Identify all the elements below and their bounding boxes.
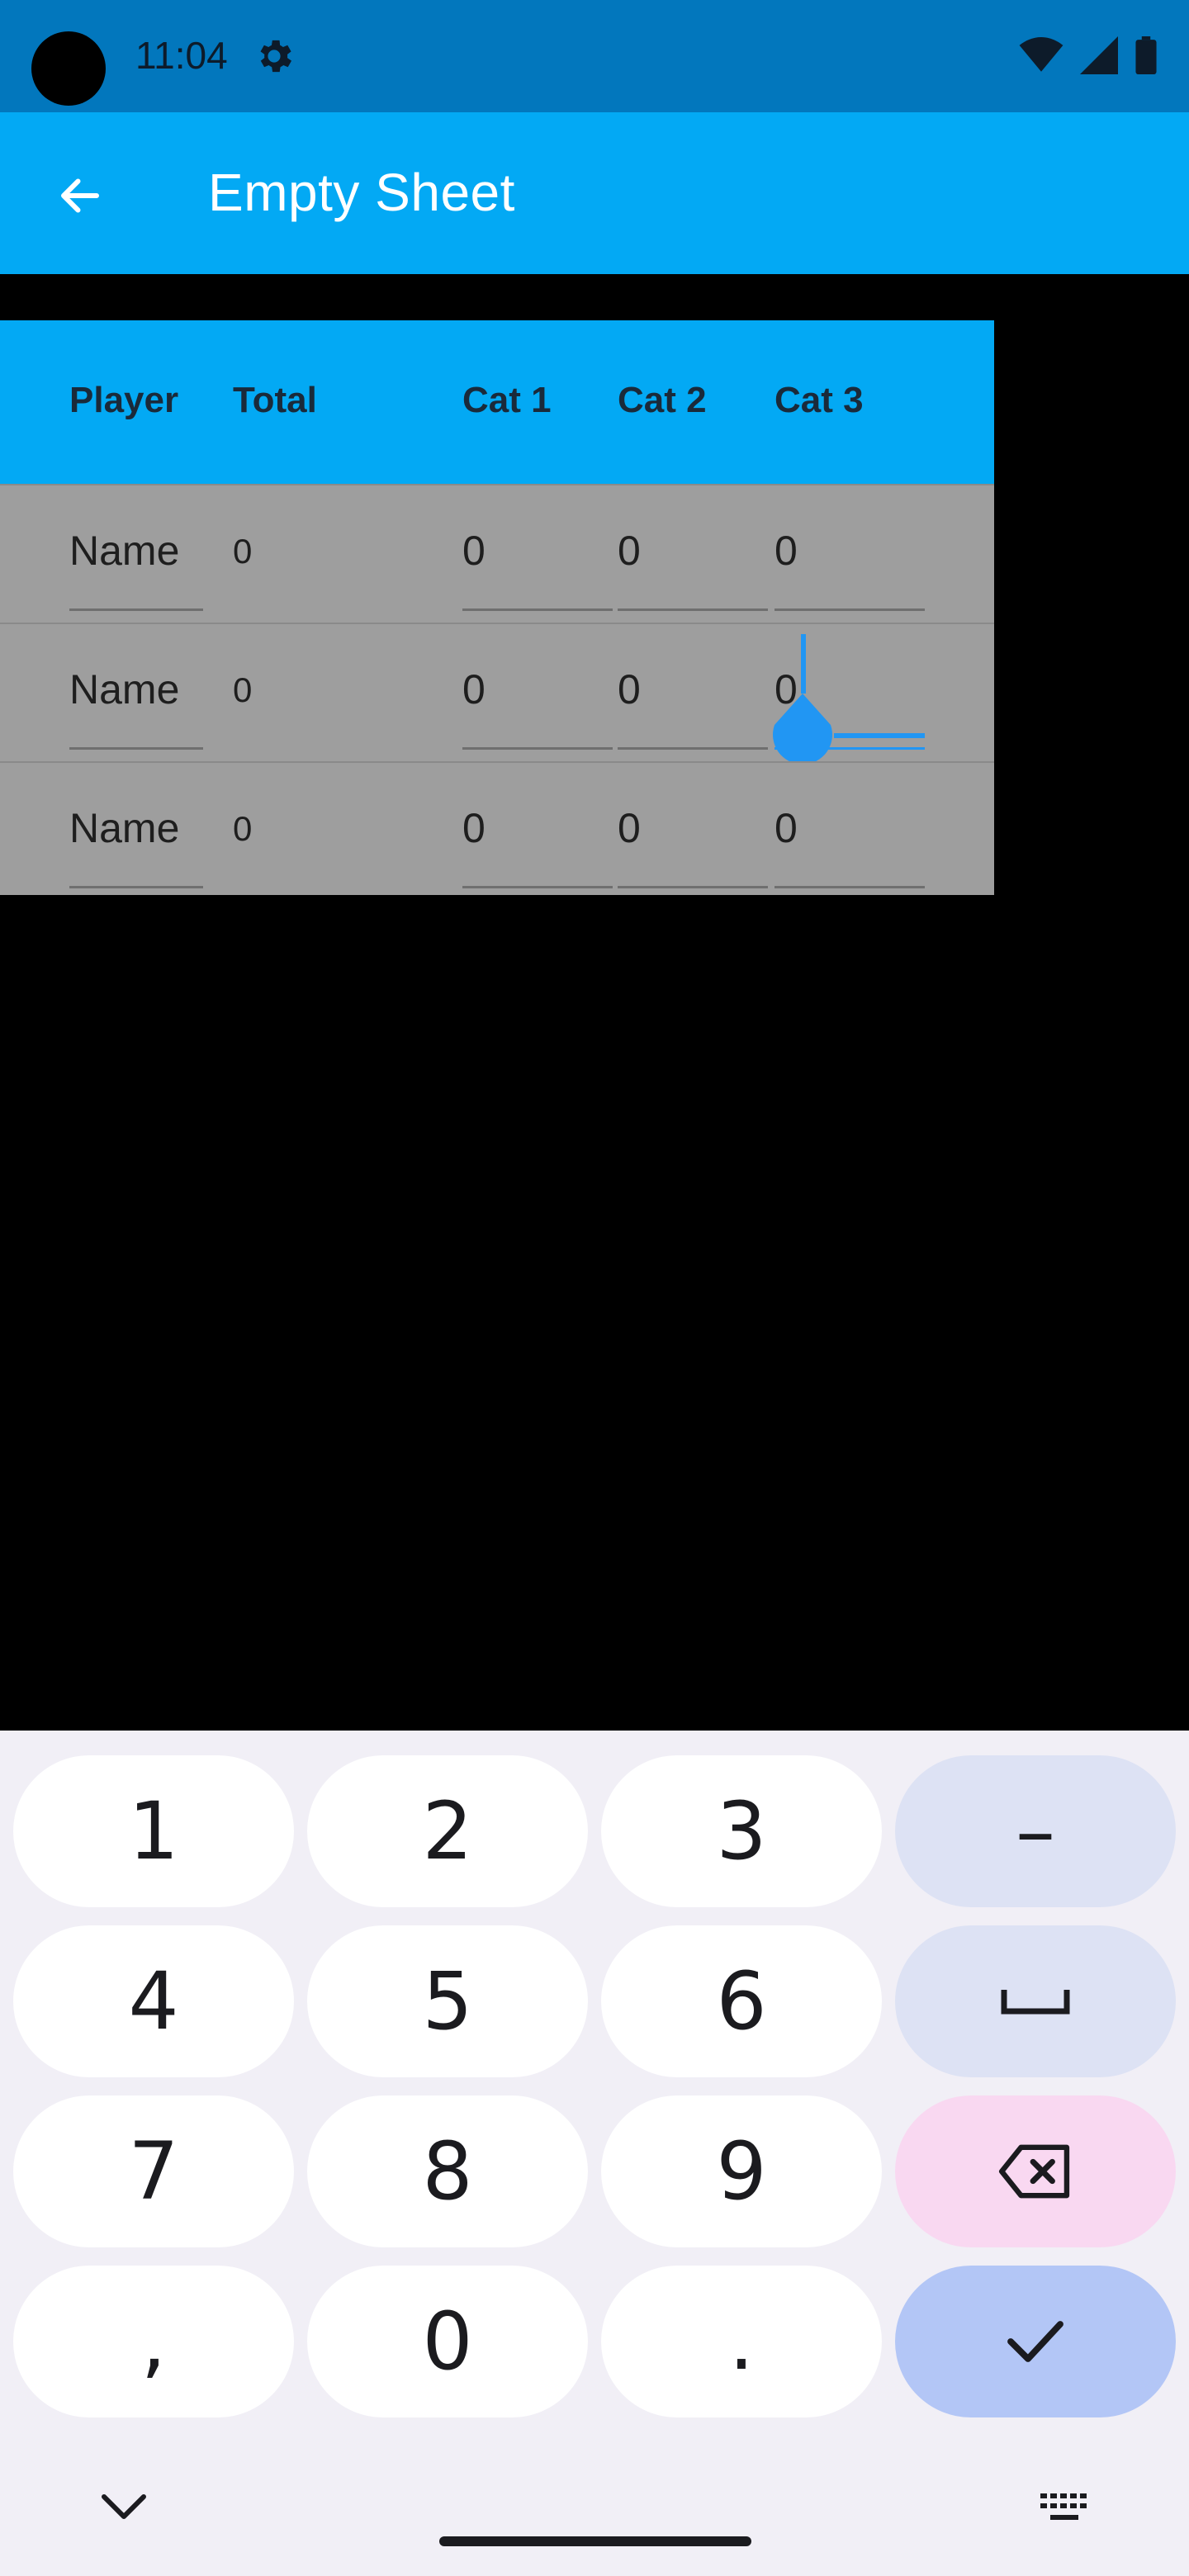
key-6[interactable]: 6 — [601, 1925, 882, 2077]
player-name-field[interactable]: Name — [69, 527, 203, 611]
key-9[interactable]: 9 — [601, 2095, 882, 2247]
app-bar: Empty Sheet — [0, 112, 1189, 274]
key-minus[interactable]: – — [895, 1755, 1176, 1907]
checkmark-icon — [1007, 2321, 1063, 2362]
column-header-total: Total — [233, 380, 317, 420]
table-row: Name 0 0 0 0 — [0, 761, 994, 895]
battery-icon — [1135, 36, 1157, 74]
total-value: 0 — [233, 670, 253, 709]
score-table: Player Total Cat 1 Cat 2 Cat 3 Name 0 0 … — [0, 320, 994, 895]
page-title: Empty Sheet — [208, 163, 515, 222]
key-3[interactable]: 3 — [601, 1755, 882, 1907]
arrow-back-icon — [61, 178, 99, 213]
text-cursor — [801, 634, 806, 694]
key-1[interactable]: 1 — [13, 1755, 294, 1907]
space-bar-icon — [1001, 1990, 1070, 2015]
table-header: Player Total Cat 1 Cat 2 Cat 3 — [0, 320, 994, 484]
gesture-nav-handle[interactable] — [439, 2536, 751, 2546]
total-value: 0 — [233, 809, 253, 848]
back-button[interactable] — [43, 159, 117, 233]
player-name-field[interactable]: Name — [69, 804, 203, 888]
key-done[interactable] — [895, 2266, 1176, 2417]
cat2-score-field[interactable]: 0 — [618, 804, 768, 888]
keyboard-switch-icon[interactable] — [1039, 2492, 1090, 2526]
player-name-field[interactable]: Name — [69, 665, 203, 750]
key-2[interactable]: 2 — [307, 1755, 588, 1907]
key-comma[interactable]: , — [13, 2266, 294, 2417]
cellular-signal-icon — [1080, 36, 1118, 74]
text-selection-handle[interactable] — [768, 694, 837, 763]
key-backspace[interactable] — [895, 2095, 1176, 2247]
column-header-cat1: Cat 1 — [462, 380, 552, 420]
table-row: Name 0 0 0 0 — [0, 484, 994, 623]
backspace-icon — [998, 2144, 1070, 2199]
status-time: 11:04 — [135, 34, 228, 77]
key-7[interactable]: 7 — [13, 2095, 294, 2247]
focused-field-underline — [834, 733, 925, 738]
camera-cutout — [31, 31, 106, 106]
key-0[interactable]: 0 — [307, 2266, 588, 2417]
key-4[interactable]: 4 — [13, 1925, 294, 2077]
cat2-score-field[interactable]: 0 — [618, 665, 768, 750]
column-header-cat3: Cat 3 — [775, 380, 864, 420]
chevron-down-icon[interactable] — [99, 2490, 149, 2523]
wifi-icon — [1019, 37, 1063, 72]
numeric-keyboard: 1 2 3 – 4 5 6 7 8 9 , 0 . — [0, 1731, 1189, 2576]
key-period[interactable]: . — [601, 2266, 882, 2417]
column-header-cat2: Cat 2 — [618, 380, 707, 420]
status-bar: 11:04 — [0, 0, 1189, 112]
key-space[interactable] — [895, 1925, 1176, 2077]
cat2-score-field[interactable]: 0 — [618, 527, 768, 611]
cat1-score-field[interactable]: 0 — [462, 665, 613, 750]
key-8[interactable]: 8 — [307, 2095, 588, 2247]
table-row: Name 0 0 0 0 — [0, 623, 994, 763]
cat1-score-field[interactable]: 0 — [462, 804, 613, 888]
cat1-score-field[interactable]: 0 — [462, 527, 613, 611]
column-header-player: Player — [69, 380, 179, 420]
cat3-score-field[interactable]: 0 — [775, 804, 925, 888]
settings-gear-icon — [260, 40, 292, 73]
cat3-score-field[interactable]: 0 — [775, 527, 925, 611]
total-value: 0 — [233, 532, 253, 571]
key-5[interactable]: 5 — [307, 1925, 588, 2077]
